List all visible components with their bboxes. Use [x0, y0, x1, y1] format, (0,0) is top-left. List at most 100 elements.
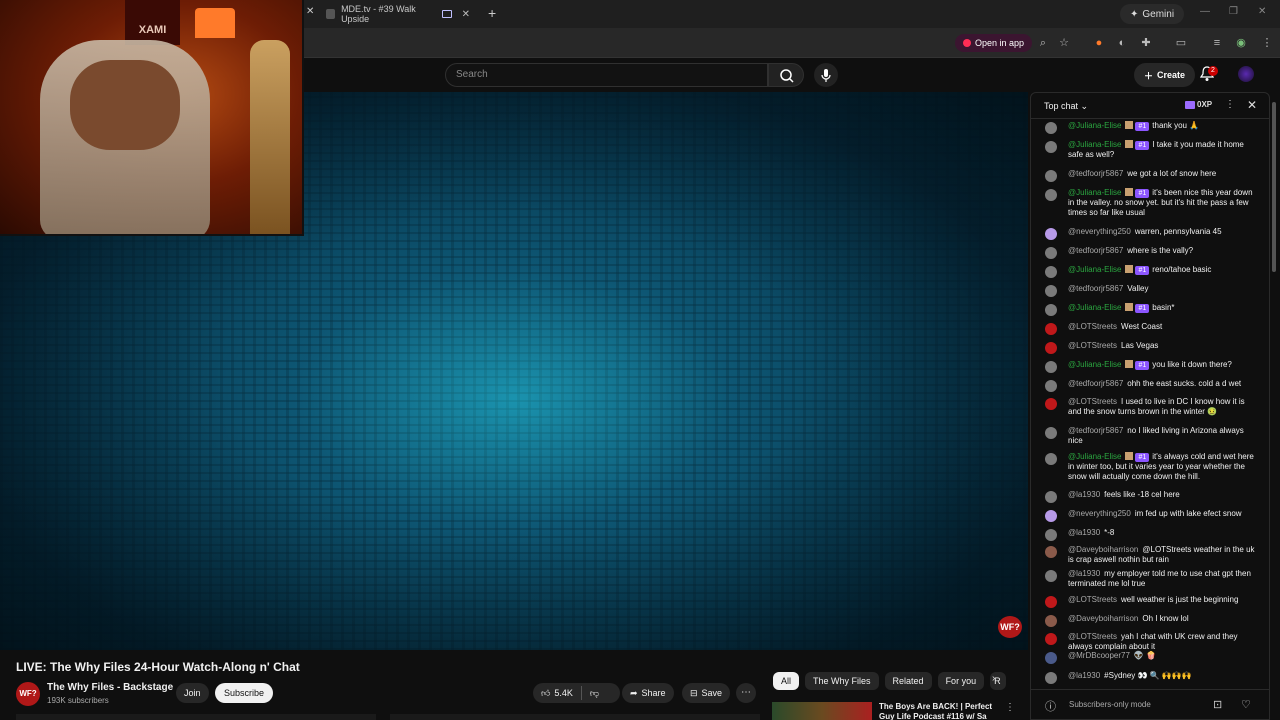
chat-avatar[interactable] — [1045, 266, 1057, 278]
chat-avatar[interactable] — [1045, 615, 1057, 627]
thumbs-down-icon[interactable]: 👎︎ — [590, 683, 599, 703]
scrollbar-thumb[interactable] — [1272, 102, 1276, 272]
chat-author[interactable]: @Juliana-Elise — [1068, 188, 1121, 197]
search-input[interactable]: Search — [445, 63, 768, 87]
chat-author[interactable]: @LOTStreets — [1068, 397, 1117, 406]
suggested-more-icon[interactable]: ⋮ — [1005, 702, 1015, 713]
chat-avatar[interactable] — [1045, 427, 1057, 439]
chip-for-you[interactable]: For you — [937, 672, 985, 690]
chat-author[interactable]: @Juliana-Elise — [1068, 360, 1121, 369]
chat-author[interactable]: @Juliana-Elise — [1068, 303, 1121, 312]
chat-avatar[interactable] — [1045, 304, 1057, 316]
like-count[interactable]: 5.4K — [554, 683, 573, 703]
bookmark-star-icon[interactable]: ☆ — [1057, 36, 1071, 50]
restore-icon[interactable]: ❐ — [1229, 6, 1238, 17]
chip-all[interactable]: All — [773, 672, 800, 690]
channel-avatar[interactable]: WF? — [16, 682, 40, 706]
share-button[interactable]: ➦ Share — [622, 683, 674, 703]
chat-avatar[interactable] — [1045, 633, 1057, 645]
chat-avatar[interactable] — [1045, 285, 1057, 297]
chip-the-why-files[interactable]: The Why Files — [805, 672, 879, 690]
info-icon[interactable]: ⓘ — [1045, 698, 1056, 714]
suggested-video-title[interactable]: The Boys Are BACK! | Perfect Guy Life Po… — [879, 702, 994, 720]
chat-author[interactable]: @LOTStreets — [1068, 595, 1117, 604]
heart-icon[interactable]: ♡ — [1241, 698, 1251, 711]
channel-name[interactable]: The Why Files - Backstage — [47, 682, 173, 693]
zoom-icon[interactable]: ⌕ — [1036, 36, 1050, 50]
browser-tab[interactable]: MDE.tv - #39 Walk Upside ✕ — [318, 2, 478, 26]
media-controls-icon[interactable]: ≡ — [1210, 36, 1224, 50]
create-button[interactable]: ＋ Create — [1134, 63, 1196, 87]
chat-author[interactable]: @LOTStreets — [1068, 632, 1117, 641]
subscribe-button[interactable]: Subscribe — [215, 683, 274, 703]
chat-avatar[interactable] — [1045, 122, 1057, 134]
chat-mode-dropdown[interactable]: Top chat ⌄ — [1044, 101, 1088, 112]
profile-icon[interactable]: ◉ — [1234, 36, 1248, 50]
chat-author[interactable]: @Juliana-Elise — [1068, 452, 1121, 461]
page-scrollbar[interactable] — [1271, 92, 1277, 692]
chat-author[interactable]: @LOTStreets — [1068, 322, 1117, 331]
join-button[interactable]: Join — [176, 683, 209, 703]
chat-author[interactable]: @la1930 — [1068, 528, 1100, 537]
chat-author[interactable]: @Daveyboiharrison — [1068, 545, 1138, 554]
new-tab-icon[interactable]: + — [488, 5, 496, 21]
chip-related[interactable]: Related — [884, 672, 932, 690]
chat-message-list[interactable]: @Juliana-Elise #1 thank you 🙏 @Juliana-Elis… — [1031, 121, 1263, 687]
suggested-video-thumbnail[interactable] — [772, 702, 872, 720]
chat-avatar[interactable] — [1045, 228, 1057, 240]
close-chat-icon[interactable]: ✕ — [1247, 98, 1257, 112]
chat-avatar[interactable] — [1045, 398, 1057, 410]
xp-indicator[interactable]: 0XP — [1185, 100, 1212, 109]
voice-search-button[interactable] — [814, 63, 838, 87]
chat-avatar[interactable] — [1045, 141, 1057, 153]
chat-avatar[interactable] — [1045, 380, 1057, 392]
chat-avatar[interactable] — [1045, 570, 1057, 582]
extension-icon[interactable]: ● — [1092, 36, 1106, 50]
chat-avatar[interactable] — [1045, 596, 1057, 608]
chat-author[interactable]: @neverything250 — [1068, 227, 1131, 236]
gemini-button[interactable]: ✦ Gemini — [1120, 4, 1185, 24]
search-button[interactable] — [768, 63, 804, 87]
extensions-puzzle-icon[interactable]: ✚ — [1139, 36, 1153, 50]
chat-author[interactable]: @la1930 — [1068, 569, 1100, 578]
chat-author[interactable]: @MrDBcooper77 — [1068, 651, 1130, 660]
chat-author[interactable]: @tedfoorjr5867 — [1068, 284, 1123, 293]
chat-author[interactable]: @tedfoorjr5867 — [1068, 379, 1123, 388]
chat-author[interactable]: @tedfoorjr5867 — [1068, 169, 1123, 178]
chat-avatar[interactable] — [1045, 247, 1057, 259]
prev-tab-close-icon[interactable]: ✕ — [306, 6, 314, 17]
chat-avatar[interactable] — [1045, 491, 1057, 503]
chat-author[interactable]: @Daveyboiharrison — [1068, 614, 1138, 623]
save-button[interactable]: ⊟ Save — [682, 683, 731, 703]
chat-avatar[interactable] — [1045, 342, 1057, 354]
chevron-right-icon[interactable]: › — [992, 673, 995, 684]
super-chat-icon[interactable]: ⊡ — [1213, 698, 1222, 711]
chat-author[interactable]: @neverything250 — [1068, 509, 1131, 518]
thumbs-up-icon[interactable]: 👍︎ — [541, 683, 550, 703]
chat-author[interactable]: @tedfoorjr5867 — [1068, 246, 1123, 255]
chat-author[interactable]: @Juliana-Elise — [1068, 121, 1121, 130]
chat-author[interactable]: @LOTStreets — [1068, 341, 1117, 350]
channel-watermark[interactable]: WF? — [998, 616, 1022, 638]
chat-avatar[interactable] — [1045, 361, 1057, 373]
extension-icon[interactable]: ◐ — [1115, 36, 1129, 50]
chat-author[interactable]: @la1930 — [1068, 671, 1100, 680]
chat-author[interactable]: @tedfoorjr5867 — [1068, 426, 1123, 435]
more-actions-icon[interactable]: ⋯ — [736, 683, 756, 703]
chat-avatar[interactable] — [1045, 546, 1057, 558]
open-in-app-button[interactable]: Open in app — [955, 34, 1033, 52]
chat-menu-icon[interactable]: ⋮ — [1225, 99, 1235, 110]
account-avatar[interactable] — [1238, 66, 1254, 82]
chat-author[interactable]: @Juliana-Elise — [1068, 140, 1121, 149]
chat-avatar[interactable] — [1045, 170, 1057, 182]
chat-avatar[interactable] — [1045, 453, 1057, 465]
chat-author[interactable]: @la1930 — [1068, 490, 1100, 499]
minimize-icon[interactable]: — — [1200, 6, 1210, 17]
cast-icon[interactable]: ▭ — [1174, 36, 1188, 50]
tab-close-icon[interactable]: ✕ — [462, 9, 470, 20]
chat-author[interactable]: @Juliana-Elise — [1068, 265, 1121, 274]
chat-avatar[interactable] — [1045, 672, 1057, 684]
chat-avatar[interactable] — [1045, 529, 1057, 541]
chat-avatar[interactable] — [1045, 323, 1057, 335]
chat-avatar[interactable] — [1045, 510, 1057, 522]
